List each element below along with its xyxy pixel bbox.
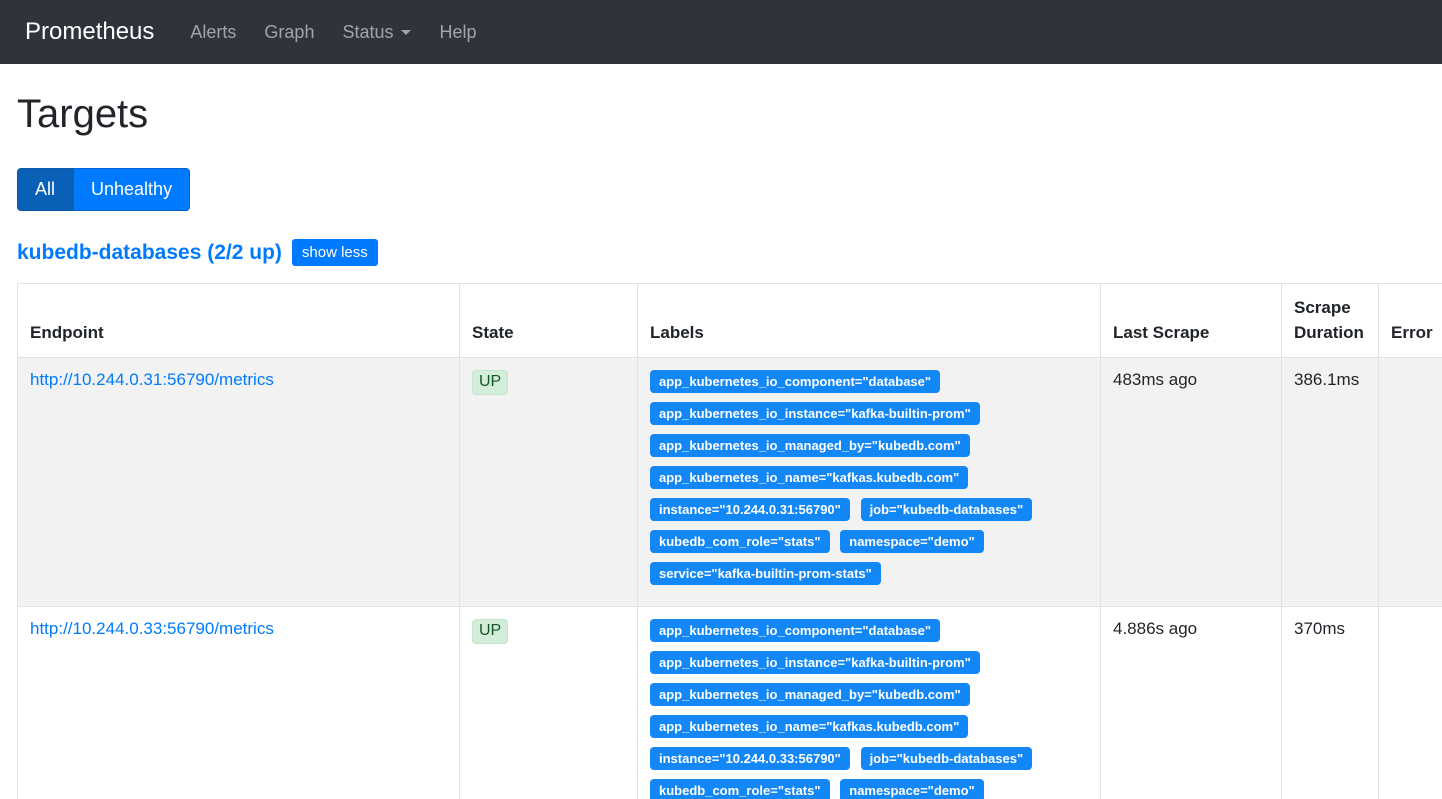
nav-item-alerts[interactable]: Alerts (176, 14, 250, 51)
col-header-last-scrape: Last Scrape (1101, 284, 1282, 358)
label-chip: app_kubernetes_io_instance="kafka-builti… (650, 402, 980, 425)
table-row: http://10.244.0.33:56790/metrics UP app_… (18, 607, 1442, 799)
label-chip: instance="10.244.0.31:56790" (650, 498, 850, 521)
label-chip: app_kubernetes_io_name="kafkas.kubedb.co… (650, 466, 968, 489)
targets-table: Endpoint State Labels Last Scrape Scrape… (17, 283, 1442, 799)
last-scrape-value: 483ms ago (1101, 358, 1282, 607)
label-chip: kubedb_com_role="stats" (650, 530, 830, 553)
scrape-duration-value: 370ms (1282, 607, 1379, 799)
filter-unhealthy-button[interactable]: Unhealthy (73, 168, 190, 211)
nav-item-graph[interactable]: Graph (250, 14, 328, 51)
label-chip: job="kubedb-databases" (861, 747, 1033, 770)
col-header-state: State (460, 284, 638, 358)
label-chip: namespace="demo" (840, 779, 983, 799)
endpoint-link[interactable]: http://10.244.0.33:56790/metrics (30, 619, 274, 638)
nav-item-help[interactable]: Help (425, 14, 490, 51)
label-chip: app_kubernetes_io_component="database" (650, 619, 940, 642)
navbar: Prometheus Alerts Graph Status Help (0, 0, 1442, 64)
nav-item-status-label: Status (342, 22, 393, 43)
error-value (1379, 607, 1442, 799)
page-content: Targets All Unhealthy kubedb-databases (… (0, 90, 1442, 799)
label-chip: app_kubernetes_io_managed_by="kubedb.com… (650, 434, 970, 457)
labels-cell: app_kubernetes_io_component="database" a… (638, 358, 1101, 607)
job-heading-link[interactable]: kubedb-databases (2/2 up) (17, 241, 282, 265)
error-value (1379, 358, 1442, 607)
label-chip: app_kubernetes_io_name="kafkas.kubedb.co… (650, 715, 968, 738)
job-header: kubedb-databases (2/2 up) show less (17, 239, 1442, 266)
state-badge: UP (472, 619, 508, 644)
table-row: http://10.244.0.31:56790/metrics UP app_… (18, 358, 1442, 607)
col-header-endpoint: Endpoint (18, 284, 460, 358)
nav-item-status[interactable]: Status (328, 14, 425, 51)
last-scrape-value: 4.886s ago (1101, 607, 1282, 799)
endpoint-link[interactable]: http://10.244.0.31:56790/metrics (30, 370, 274, 389)
label-chip: kubedb_com_role="stats" (650, 779, 830, 799)
health-filter-group: All Unhealthy (17, 168, 190, 211)
col-header-scrape-duration: Scrape Duration (1282, 284, 1379, 358)
show-less-button[interactable]: show less (292, 239, 378, 266)
label-chip: job="kubedb-databases" (861, 498, 1033, 521)
label-chip: app_kubernetes_io_instance="kafka-builti… (650, 651, 980, 674)
chevron-down-icon (401, 30, 411, 35)
label-chip: service="kafka-builtin-prom-stats" (650, 562, 881, 585)
col-header-labels: Labels (638, 284, 1101, 358)
nav-links: Alerts Graph Status Help (176, 14, 490, 51)
label-chip: app_kubernetes_io_component="database" (650, 370, 940, 393)
page-title: Targets (17, 90, 1442, 138)
label-chip: instance="10.244.0.33:56790" (650, 747, 850, 770)
brand-link[interactable]: Prometheus (25, 18, 154, 46)
label-chip: app_kubernetes_io_managed_by="kubedb.com… (650, 683, 970, 706)
table-header-row: Endpoint State Labels Last Scrape Scrape… (18, 284, 1442, 358)
scrape-duration-value: 386.1ms (1282, 358, 1379, 607)
label-chip: namespace="demo" (840, 530, 983, 553)
labels-cell: app_kubernetes_io_component="database" a… (638, 607, 1101, 799)
filter-all-button[interactable]: All (17, 168, 73, 211)
col-header-error: Error (1379, 284, 1442, 358)
state-badge: UP (472, 370, 508, 395)
